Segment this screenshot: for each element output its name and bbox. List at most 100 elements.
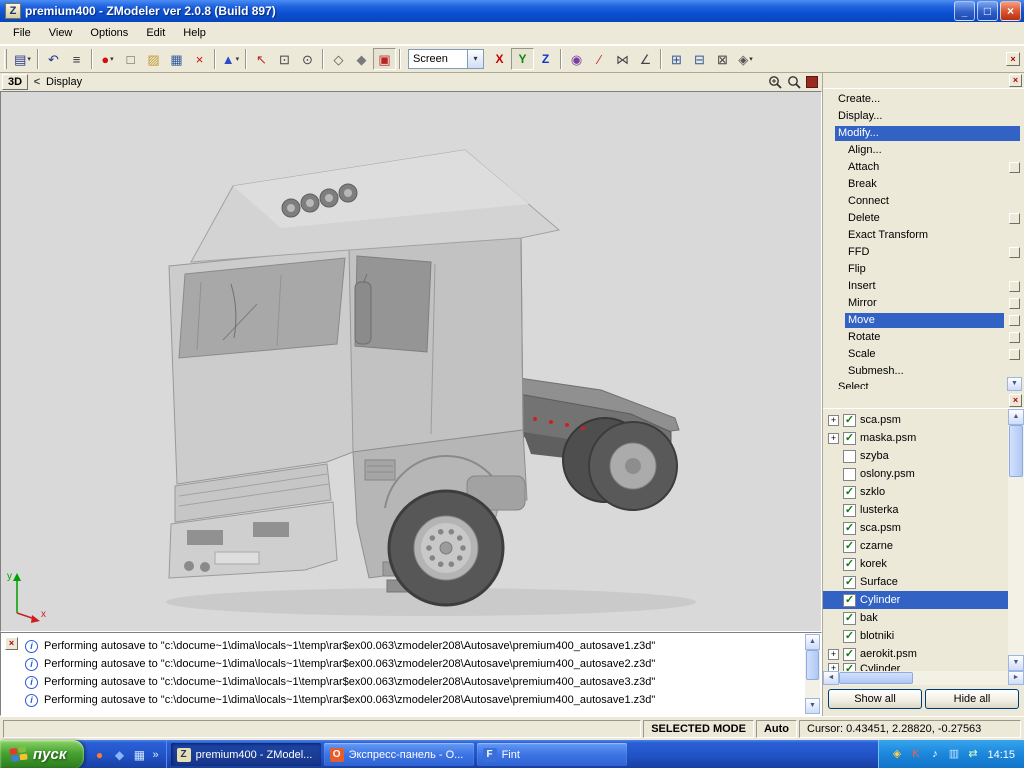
object-item-blotniki[interactable]: ✓blotniki [823, 627, 1008, 645]
object-item-surface[interactable]: ✓Surface [823, 573, 1008, 591]
log-scroll-thumb[interactable] [806, 650, 819, 680]
commands-scroll-down-button[interactable]: ▼ [1007, 377, 1022, 391]
task-button-2[interactable]: OЭкспресс-панель - O... [324, 743, 474, 766]
maximize-button[interactable]: □ [977, 1, 998, 21]
command-option-box[interactable] [1009, 332, 1020, 343]
close-button[interactable]: × [1000, 1, 1021, 21]
command-item-modify[interactable]: Modify... [823, 125, 1024, 142]
quicklaunch-browser-icon[interactable]: ● [91, 747, 107, 763]
axis-z-button[interactable]: Z [534, 48, 557, 70]
tray-network-icon[interactable]: ▥ [946, 747, 961, 762]
start-button[interactable]: пуск [0, 740, 84, 768]
snap-vertex-button[interactable]: ⊟ [688, 48, 711, 70]
tray-update-icon[interactable]: ◈ [889, 747, 904, 762]
objects-scroll-thumb[interactable] [1009, 425, 1023, 477]
object-item-korek[interactable]: ✓korek [823, 555, 1008, 573]
save-file-button[interactable]: ▦ [165, 48, 188, 70]
menu-item-options[interactable]: Options [81, 23, 137, 43]
object-checkbox[interactable]: ✓ [843, 486, 856, 499]
toolbar-close-button[interactable]: × [1006, 52, 1020, 66]
objects-scroll-down-button[interactable]: ▼ [1008, 655, 1024, 671]
weld-button[interactable]: ⋈ [611, 48, 634, 70]
open-file-button[interactable]: ▨ [142, 48, 165, 70]
command-item-insert[interactable]: Insert [823, 278, 1024, 295]
view-mode-button[interactable]: 3D [2, 74, 28, 90]
command-item-display[interactable]: Display... [823, 108, 1024, 125]
zoom-in-icon[interactable] [768, 75, 783, 90]
menu-item-edit[interactable]: Edit [137, 23, 174, 43]
log-scrollbar[interactable]: ▲ ▼ [805, 634, 820, 714]
select-arrow-button[interactable]: ↖ [250, 48, 273, 70]
new-file-button[interactable]: □ [119, 48, 142, 70]
quicklaunch-show-desktop-icon[interactable]: ▦ [131, 747, 147, 763]
object-checkbox[interactable]: ✓ [843, 630, 856, 643]
show-all-button[interactable]: Show all [828, 689, 922, 709]
command-item-scale[interactable]: Scale [823, 346, 1024, 363]
lock-button[interactable]: ⊠ [711, 48, 734, 70]
command-item-create[interactable]: Create... [823, 91, 1024, 108]
wireframe-view-button[interactable]: ◇ [327, 48, 350, 70]
object-checkbox[interactable]: ✓ [843, 522, 856, 535]
expand-plus-icon[interactable]: + [828, 663, 839, 671]
command-option-box[interactable] [1009, 349, 1020, 360]
objects-vertical-scrollbar[interactable]: ▲ ▼ [1008, 409, 1024, 671]
undo-button[interactable]: ↶ [42, 48, 65, 70]
object-checkbox[interactable]: ✓ [843, 594, 856, 607]
viewport-3d[interactable]: y x [0, 91, 822, 632]
task-button-3[interactable]: FFint [477, 743, 627, 766]
tray-volume-icon[interactable]: ♪ [927, 747, 942, 762]
object-item-szklo[interactable]: ✓szklo [823, 483, 1008, 501]
quicklaunch-mail-icon[interactable]: ◆ [111, 747, 127, 763]
object-item-bak[interactable]: ✓bak [823, 609, 1008, 627]
command-item-mirror[interactable]: Mirror [823, 295, 1024, 312]
command-option-box[interactable] [1009, 213, 1020, 224]
zoom-tool-icon[interactable] [787, 75, 802, 90]
log-scroll-down-button[interactable]: ▼ [805, 698, 820, 714]
command-item-exact-transform[interactable]: Exact Transform [823, 227, 1024, 244]
object-item-cylinder[interactable]: ✓Cylinder [823, 591, 1008, 609]
command-option-box[interactable] [1009, 162, 1020, 173]
log-scroll-up-button[interactable]: ▲ [805, 634, 820, 650]
quick-launch-overflow-chevron[interactable]: » [151, 749, 158, 761]
commands-panel-close-button[interactable]: × [1009, 74, 1022, 87]
expand-plus-icon[interactable]: + [828, 649, 839, 660]
object-checkbox[interactable]: ✓ [843, 576, 856, 589]
object-item-lusterka[interactable]: ✓lusterka [823, 501, 1008, 519]
object-checkbox[interactable]: ✓ [843, 432, 856, 445]
dropdown-arrow-icon[interactable]: ▾ [467, 50, 483, 68]
select-rectangle-button[interactable]: ⊡ [273, 48, 296, 70]
command-item-attach[interactable]: Attach [823, 159, 1024, 176]
auto-label[interactable]: Auto [756, 720, 797, 738]
delete-file-button[interactable]: × [188, 48, 211, 70]
object-item-aerokit-psm[interactable]: +✓aerokit.psm [823, 645, 1008, 663]
command-item-flip[interactable]: Flip [823, 261, 1024, 278]
menu-item-view[interactable]: View [40, 23, 82, 43]
objects-scroll-left-button[interactable]: ◄ [823, 671, 839, 685]
command-item-align[interactable]: Align... [823, 142, 1024, 159]
minimize-button[interactable]: _ [954, 1, 975, 21]
command-option-box[interactable] [1009, 298, 1020, 309]
object-checkbox[interactable] [843, 450, 856, 463]
expand-plus-icon[interactable]: + [828, 433, 839, 444]
object-item-oslony-psm[interactable]: oslony.psm [823, 465, 1008, 483]
object-item-szyba[interactable]: szyba [823, 447, 1008, 465]
snap-grid-button[interactable]: ⊞ [665, 48, 688, 70]
log-scroll-track[interactable] [805, 650, 820, 698]
toolbar-grip[interactable] [4, 49, 7, 69]
tray-antivirus-icon[interactable]: K [908, 747, 923, 762]
object-checkbox[interactable]: ✓ [843, 558, 856, 571]
screen-select[interactable]: Screen▾ [408, 49, 484, 69]
solid-view-button[interactable]: ◆ [350, 48, 373, 70]
axes-tool-button[interactable]: ∠ [634, 48, 657, 70]
menu-item-help[interactable]: Help [174, 23, 215, 43]
settings-button[interactable]: ◈▾ [734, 48, 757, 70]
command-option-box[interactable] [1009, 315, 1020, 326]
object-checkbox[interactable] [843, 468, 856, 481]
view-back-button[interactable]: < [31, 76, 43, 88]
object-checkbox[interactable]: ✓ [843, 648, 856, 661]
create-tool-button[interactable]: ▲▾ [219, 48, 242, 70]
command-item-delete[interactable]: Delete [823, 210, 1024, 227]
command-item-select[interactable]: Select [823, 380, 1024, 389]
expand-plus-icon[interactable]: + [828, 415, 839, 426]
tray-safely-remove-icon[interactable]: ⇄ [965, 747, 980, 762]
